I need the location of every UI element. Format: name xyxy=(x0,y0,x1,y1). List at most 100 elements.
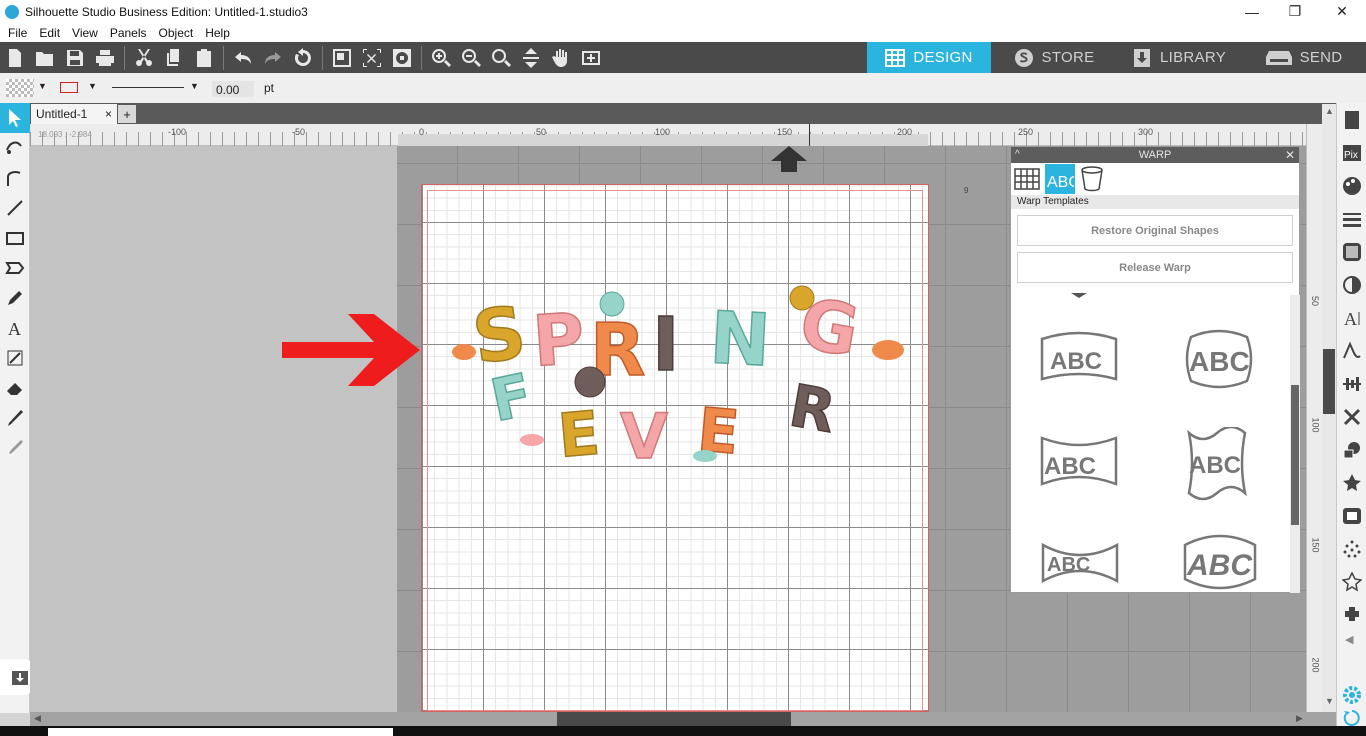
pixscan-icon[interactable]: Pix xyxy=(1337,136,1366,169)
knife-tool-icon[interactable] xyxy=(0,343,30,373)
replicate-panel-icon[interactable] xyxy=(1337,466,1366,499)
page-setup-icon[interactable] xyxy=(1337,103,1366,136)
pencil-tool-icon[interactable] xyxy=(0,283,30,313)
tab-library[interactable]: LIBRARY xyxy=(1117,42,1241,73)
zoom-out-icon[interactable] xyxy=(456,42,486,73)
menu-edit[interactable]: Edit xyxy=(33,26,66,40)
close-tab-icon[interactable]: × xyxy=(105,107,112,121)
nesting-panel-icon[interactable] xyxy=(1337,598,1366,631)
select-tool-icon[interactable] xyxy=(0,103,30,133)
eraser-tool-icon[interactable] xyxy=(0,373,30,403)
redo-icon[interactable] xyxy=(258,42,288,73)
menu-file[interactable]: File xyxy=(2,26,33,40)
warp-scroll-thumb[interactable] xyxy=(1291,385,1299,525)
modify-panel-icon[interactable] xyxy=(1337,433,1366,466)
align-panel-icon[interactable] xyxy=(1337,367,1366,400)
collapse-panel-icon[interactable]: ^ xyxy=(1015,147,1020,163)
eyedropper-tool-icon[interactable] xyxy=(0,433,30,463)
horizontal-scrollbar[interactable]: ◀ ▶ xyxy=(30,712,1336,726)
compound-path-icon[interactable] xyxy=(387,42,417,73)
line-color-swatch[interactable] xyxy=(60,82,78,93)
letter-n[interactable]: N xyxy=(707,295,773,384)
edit-points-tool-icon[interactable] xyxy=(0,133,30,163)
zoom-in-icon[interactable] xyxy=(426,42,456,73)
restore-original-shapes-button[interactable]: Restore Original Shapes xyxy=(1017,215,1293,246)
minimize-button[interactable]: — xyxy=(1229,0,1275,23)
letter-r-2[interactable]: R xyxy=(784,371,841,447)
zoom-select-icon[interactable] xyxy=(486,42,516,73)
trace-panel-icon[interactable] xyxy=(1337,532,1366,565)
tab-send[interactable]: SEND xyxy=(1242,42,1366,73)
line-width-input[interactable]: 0.00 xyxy=(212,81,254,97)
horizontal-scroll-thumb[interactable] xyxy=(557,712,791,726)
menu-object[interactable]: Object xyxy=(153,26,200,40)
vertical-scrollbar[interactable]: ▲ ▼ xyxy=(1322,104,1336,712)
curve-tool-icon[interactable] xyxy=(0,163,30,193)
line-tool-icon[interactable] xyxy=(0,193,30,223)
letter-i[interactable]: I xyxy=(651,301,680,389)
scroll-left-arrow-icon[interactable]: ◀ xyxy=(34,713,41,724)
warp-template-wave[interactable]: ABC xyxy=(1183,427,1253,501)
pan-hand-icon[interactable] xyxy=(546,42,576,73)
polygon-tool-icon[interactable] xyxy=(0,253,30,283)
transparency-panel-icon[interactable] xyxy=(1337,268,1366,301)
transform-panel-icon[interactable] xyxy=(1337,400,1366,433)
warp-grid-icon[interactable] xyxy=(1013,165,1041,193)
line-color-dropdown-arrow-icon[interactable]: ▼ xyxy=(88,81,97,91)
letter-p[interactable]: P xyxy=(529,297,587,384)
line-style-preview[interactable] xyxy=(112,87,184,88)
redraw-icon[interactable] xyxy=(288,42,318,73)
fill-swatch[interactable] xyxy=(6,79,34,97)
warp-template-slant[interactable]: ABC xyxy=(1179,529,1261,595)
maximize-button[interactable]: ❐ xyxy=(1272,0,1318,23)
close-panel-icon[interactable]: ✕ xyxy=(1285,147,1295,163)
new-file-icon[interactable] xyxy=(0,42,30,73)
print-icon[interactable] xyxy=(90,42,120,73)
scroll-up-arrow-icon[interactable]: ▲ xyxy=(1325,106,1334,116)
fill-panel-icon[interactable] xyxy=(1337,169,1366,202)
group-icon[interactable] xyxy=(327,42,357,73)
tab-design[interactable]: DESIGN xyxy=(867,42,991,73)
save-icon[interactable] xyxy=(60,42,90,73)
warp-template-bulge[interactable]: ABC xyxy=(1036,432,1122,492)
warp-template-badge[interactable]: ABC xyxy=(1181,327,1257,393)
sketch-panel-icon[interactable] xyxy=(1337,565,1366,598)
offset-panel-icon[interactable] xyxy=(1337,499,1366,532)
line-style-panel-icon[interactable] xyxy=(1337,202,1366,235)
warp-template-arch[interactable]: ABC xyxy=(1036,327,1122,387)
open-folder-icon[interactable] xyxy=(30,42,60,73)
spring-fever-artwork[interactable]: S P R I N G F E V E R xyxy=(440,280,920,480)
collapse-arrow-icon[interactable]: ◀ xyxy=(1345,633,1353,646)
fit-to-page-icon[interactable] xyxy=(516,42,546,73)
warp-scrollbar[interactable] xyxy=(1290,295,1300,593)
warp-templates-tab[interactable]: ABC xyxy=(1045,164,1075,194)
fill-pattern-panel-icon[interactable] xyxy=(1337,235,1366,268)
close-button[interactable]: ✕ xyxy=(1319,0,1365,23)
letter-v[interactable]: V xyxy=(619,399,669,474)
ungroup-icon[interactable] xyxy=(357,42,387,73)
release-warp-button[interactable]: Release Warp xyxy=(1017,252,1293,283)
text-style-panel-icon[interactable]: A xyxy=(1337,301,1366,334)
tab-store[interactable]: STORE xyxy=(992,42,1116,73)
warp-template-bowtie[interactable]: ABC xyxy=(1039,541,1121,585)
text-tool-icon[interactable]: A xyxy=(0,313,30,343)
letter-e-1[interactable]: E xyxy=(555,398,603,473)
add-tab-button[interactable]: + xyxy=(118,105,136,123)
cut-icon[interactable] xyxy=(129,42,159,73)
rectangle-tool-icon[interactable] xyxy=(0,223,30,253)
menu-view[interactable]: View xyxy=(66,26,104,40)
undo-icon[interactable] xyxy=(228,42,258,73)
cylinder-warp-icon[interactable] xyxy=(1079,165,1105,193)
paste-icon[interactable] xyxy=(189,42,219,73)
center-view-icon[interactable] xyxy=(576,42,606,73)
line-style-dropdown-arrow-icon[interactable]: ▼ xyxy=(190,81,199,91)
copy-icon[interactable] xyxy=(159,42,189,73)
document-tab[interactable]: Untitled-1 × xyxy=(31,104,117,124)
scroll-right-arrow-icon[interactable]: ▶ xyxy=(1296,713,1303,724)
scroll-down-arrow-icon[interactable]: ▼ xyxy=(1325,696,1334,706)
menu-help[interactable]: Help xyxy=(199,26,236,40)
menu-panels[interactable]: Panels xyxy=(104,26,153,40)
fill-dropdown-arrow-icon[interactable]: ▼ xyxy=(38,81,47,91)
text-to-path-panel-icon[interactable] xyxy=(1337,334,1366,367)
knife-blade-tool-icon[interactable] xyxy=(0,403,30,433)
